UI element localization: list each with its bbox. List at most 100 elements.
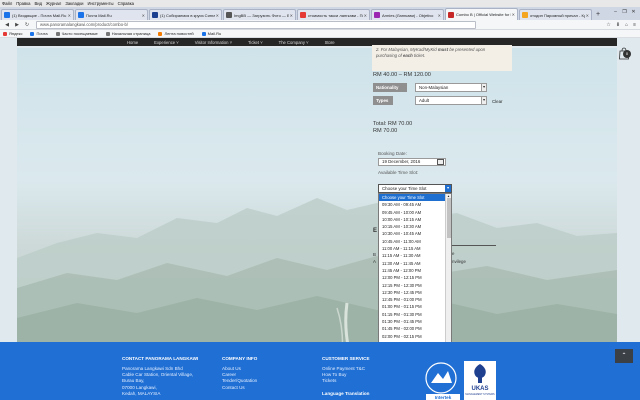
menu-item[interactable]: Инструменты: [87, 1, 113, 6]
time-slot-option[interactable]: 11:00 AM - 11:15 AM: [379, 245, 446, 252]
clear-link[interactable]: Clear: [492, 99, 503, 104]
browser-tab[interactable]: Почта Mail.Ru ✕: [75, 9, 148, 20]
close-tab-icon[interactable]: ✕: [438, 13, 441, 18]
booking-date-input[interactable]: 19 December, 2016: [378, 158, 446, 166]
star-icon[interactable]: ☆: [606, 22, 610, 28]
time-slot-option[interactable]: 12:00 PM - 12:15 PM: [379, 274, 446, 281]
maximize-button[interactable]: ❐: [620, 8, 629, 16]
chevron-down-icon: ▼: [481, 84, 486, 91]
time-slot-option[interactable]: 10:15 AM - 10:30 AM: [379, 223, 446, 230]
browser-tab[interactable]: Combo B | Official Website for La ✕: [445, 8, 518, 20]
menu-item[interactable]: Вид: [34, 1, 42, 6]
close-tab-icon[interactable]: ✕: [512, 12, 515, 17]
favicon-icon: [152, 12, 158, 18]
cart-count-badge: 0: [623, 50, 631, 58]
footer-contact: CONTACT PANORAMA LANGKAWI Panorama Langk…: [122, 356, 198, 397]
favicon-icon: [300, 12, 306, 18]
time-slot-option[interactable]: 01:15 PM - 01:30 PM: [379, 311, 446, 318]
time-slot-select[interactable]: Choose your Time Slot ▼: [378, 184, 452, 193]
browser-tab[interactable]: (1) Входящие - Почта Mail.Ru ✕: [1, 9, 74, 20]
forward-arrow-icon[interactable]: ▶: [13, 21, 21, 29]
nationality-select[interactable]: Non-Malaysian ▼: [415, 83, 487, 92]
nationality-value: Non-Malaysian: [419, 85, 449, 90]
browser-tab[interactable]: (1) Собираемся в круиз Сингапур✕: [149, 9, 222, 20]
browser-tab[interactable]: Armies (Лангкави) - Objetivo ✕: [371, 9, 444, 20]
tab-title: отодин Паромный причал - Куах: [530, 12, 585, 18]
footer-service: CUSTOMER SERVICE Online Payment T&C How T…: [322, 356, 370, 385]
menu-item[interactable]: Журнал: [46, 1, 61, 6]
menu-item[interactable]: Справка: [118, 1, 134, 6]
time-slot-option[interactable]: 01:00 PM - 01:15 PM: [379, 303, 446, 310]
site-nav-item[interactable]: Store: [325, 40, 335, 45]
site-nav-item[interactable]: Experience ˅: [154, 40, 179, 45]
close-tab-icon[interactable]: ✕: [586, 13, 589, 18]
close-tab-icon[interactable]: ✕: [364, 13, 367, 18]
bookmark-item[interactable]: Mail.Ru: [201, 31, 221, 36]
tab-strip: (1) Входящие - Почта Mail.Ru ✕ Почта Mail.…: [0, 7, 640, 20]
menu-icon[interactable]: ≡: [633, 22, 636, 28]
reload-icon[interactable]: ↻: [23, 21, 31, 29]
browser-tab[interactable]: стоимость такси лангкави - Поиск✕: [297, 9, 370, 20]
browser-tab[interactable]: ImgBB — Загрузить Фото — Быстро✕: [223, 9, 296, 20]
site-footer: CONTACT PANORAMA LANGKAWI Panorama Langk…: [0, 342, 640, 400]
menu-item[interactable]: Файл: [2, 1, 12, 6]
tab-title: ImgBB — Загрузить Фото — Быстро: [234, 12, 289, 18]
time-slot-option[interactable]: 12:15 PM - 12:30 PM: [379, 282, 446, 289]
menu-item[interactable]: Правка: [16, 1, 30, 6]
bookmark-item[interactable]: Яндекс: [3, 31, 22, 36]
types-value: Adult: [419, 98, 430, 103]
bookmark-item[interactable]: Лента новостей: [158, 31, 194, 36]
back-arrow-icon[interactable]: ◀: [3, 21, 11, 29]
home-icon[interactable]: ⌂: [625, 22, 628, 28]
time-slot-option[interactable]: 02:00 PM - 02:15 PM: [379, 333, 446, 340]
time-slot-option[interactable]: 01:45 PM - 02:00 PM: [379, 325, 446, 332]
close-tab-icon[interactable]: ✕: [216, 13, 219, 18]
menu-item[interactable]: Закладки: [65, 1, 83, 6]
tab-title: (1) Входящие - Почта Mail.Ru: [12, 12, 67, 18]
booking-date-value: 19 December, 2016: [382, 159, 421, 164]
time-slot-option[interactable]: 12:30 PM - 12:45 PM: [379, 289, 446, 296]
bookmark-item[interactable]: Часто посещаемые: [55, 31, 98, 36]
time-slot-option[interactable]: 12:45 PM - 01:00 PM: [379, 296, 446, 303]
intertek-logo: Intertek: [425, 362, 460, 400]
time-slot-option[interactable]: 01:30 PM - 01:45 PM: [379, 318, 446, 325]
bookmark-item[interactable]: Почта: [30, 31, 48, 36]
new-tab-button[interactable]: +: [593, 10, 603, 20]
calendar-icon[interactable]: [437, 159, 444, 165]
address-bar[interactable]: www.panoramalangkawi.com/product/combo-b…: [36, 20, 476, 29]
close-tab-icon[interactable]: ✕: [290, 13, 293, 18]
footer-link[interactable]: Tickets: [322, 378, 370, 384]
site-nav-item[interactable]: Ticket ˅: [248, 40, 263, 45]
bookmark-icon: [158, 31, 163, 36]
time-slot-option[interactable]: 10:00 AM - 10:15 AM: [379, 216, 446, 223]
time-slot-option[interactable]: 11:15 AM - 11:30 AM: [379, 252, 446, 259]
close-tab-icon[interactable]: ✕: [68, 13, 71, 18]
site-nav-item[interactable]: Visitor Information ˅: [195, 40, 232, 45]
site-nav-item[interactable]: Home: [127, 40, 138, 45]
time-slot-option[interactable]: 11:30 AM - 11:45 AM: [379, 260, 446, 267]
footer-link[interactable]: Tender/Quotation: [222, 378, 257, 384]
browser-tab[interactable]: отодин Паромный причал - Куах ✕: [519, 9, 592, 20]
time-slot-option[interactable]: 09:30 AM - 09:45 AM: [379, 201, 446, 208]
time-slot-option[interactable]: Choose your Time Slot: [379, 194, 446, 202]
time-slot-option[interactable]: 09:45 AM - 10:00 AM: [379, 209, 446, 216]
hidden-text: nvilege: [452, 259, 466, 264]
minimize-button[interactable]: –: [611, 8, 620, 16]
bookmark-label: Почта: [36, 31, 48, 36]
time-slot-option[interactable]: 11:45 AM - 12:00 PM: [379, 267, 446, 274]
divider: [452, 245, 496, 246]
site-nav-item[interactable]: The Company ˅: [279, 40, 309, 45]
time-slot-option[interactable]: 10:45 AM - 11:00 AM: [379, 238, 446, 245]
note-bold: each: [403, 53, 413, 58]
time-slot-option[interactable]: 10:30 AM - 10:45 AM: [379, 230, 446, 237]
download-icon[interactable]: ⬇: [616, 22, 620, 28]
hidden-heading: E: [373, 228, 378, 234]
close-window-button[interactable]: ✕: [629, 8, 638, 16]
back-to-top-button[interactable]: ⌃: [615, 349, 633, 363]
close-tab-icon[interactable]: ✕: [142, 13, 145, 18]
bookmark-icon: [30, 31, 35, 36]
types-select[interactable]: Adult ▼: [415, 96, 487, 105]
footer-link[interactable]: Contact Us: [222, 385, 257, 391]
bookmark-item[interactable]: Начальная страница: [105, 31, 150, 36]
scrollbar-thumb[interactable]: [447, 198, 451, 238]
